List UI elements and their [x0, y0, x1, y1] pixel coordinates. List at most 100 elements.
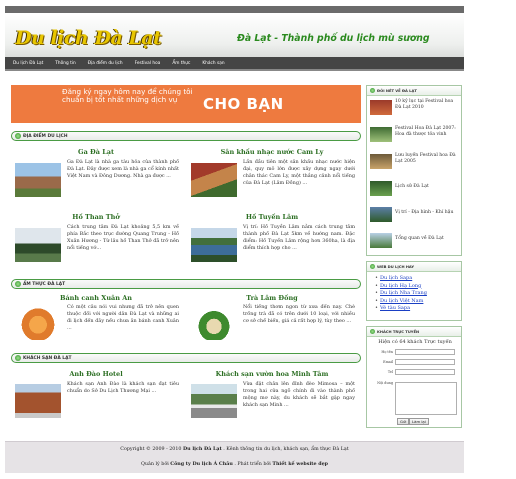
item-description: Cách trung tâm Đà Lạt khoảng 5,5 km về p…	[67, 224, 179, 251]
link-list: Du lịch Sapa Du lịch Hạ Long Du lịch Nha…	[375, 275, 427, 313]
item-description: Nổi tiếng thơm ngon từ xưa đến nay. Chè …	[243, 304, 355, 324]
email-input[interactable]	[395, 359, 455, 365]
item-description: Khách sạn Anh Đào là khách sạn đạt tiêu …	[67, 381, 179, 394]
online-counter: Hiện có 64 khách Trực tuyến	[378, 339, 452, 345]
item-title[interactable]: Ga Đà Lạt	[11, 148, 181, 156]
box-title: KHÁCH TRỰC TUYẾN	[377, 329, 420, 334]
footer-brand-link[interactable]: Du lịch Đà Lạt	[183, 446, 222, 452]
news-thumbnail[interactable]	[370, 181, 392, 196]
site-footer: Copyright © 2009 - 2010 Du lịch Đà Lạt .…	[5, 441, 464, 473]
news-link[interactable]: 10 kỷ lục tại Festival hoa Đà Lạt 2010	[395, 99, 461, 111]
news-link[interactable]: Lưu luyến Festival hoa Đà Lạt 2005	[395, 153, 461, 165]
email-label: Email	[383, 360, 393, 364]
leaf-icon	[370, 88, 375, 93]
news-item[interactable]: 10 kỷ lục tại Festival hoa Đà Lạt 2010	[370, 99, 460, 118]
form-row-tel: Tel	[373, 369, 461, 375]
news-thumbnail[interactable]	[370, 100, 392, 115]
link-du-lich-nha-trang[interactable]: Du lịch Nha Trang	[375, 290, 427, 298]
section-header-hotels: KHÁCH SẠN ĐÀ LẠT	[11, 353, 361, 363]
tel-label: Tel	[387, 370, 393, 374]
nav-item-places[interactable]: Địa điểm du lịch	[82, 61, 129, 66]
form-row-email: Email	[373, 359, 461, 365]
main-nav: Du lịch Đà Lạt Thông tin Địa điểm du lịc…	[5, 57, 464, 71]
send-button[interactable]: Gửi	[397, 418, 410, 425]
news-item[interactable]: Tổng quan về Đà Lạt	[370, 232, 460, 251]
reset-button[interactable]: Làm lại	[409, 418, 429, 425]
news-thumbnail[interactable]	[370, 127, 392, 142]
banner-text: Đăng ký ngay hôm nay để chúng tôi chuẩn …	[62, 87, 193, 105]
name-input[interactable]	[395, 349, 455, 355]
copyright-suffix: . Kênh thông tin du lịch, khách sạn, ẩm …	[221, 447, 349, 452]
developer-link[interactable]: Thiết kế website đẹp	[272, 461, 328, 467]
item-description: Lần đầu tiên một sân khấu nhạc nước hiện…	[243, 159, 355, 186]
link-du-lich-sapa[interactable]: Du lịch Sapa	[375, 275, 427, 283]
item-title[interactable]: Anh Đào Hotel	[11, 370, 181, 378]
item-thumbnail[interactable]	[191, 228, 237, 262]
nav-item-hotels[interactable]: Khách sạn	[196, 61, 230, 66]
form-row-name: Họ tên	[373, 349, 461, 355]
promo-banner[interactable]: Đăng ký ngay hôm nay để chúng tôi chuẩn …	[11, 85, 361, 123]
copyright-line: Copyright © 2009 - 2010 Du lịch Đà Lạt .…	[5, 446, 464, 452]
page: Du lịch Đà Lạt Đà Lạt - Thành phố du lịc…	[5, 6, 464, 473]
nav-item-info[interactable]: Thông tin	[49, 61, 81, 66]
news-item[interactable]: Lịch sử Đà Lạt	[370, 180, 460, 199]
item-description: Vừa đặt chân lên đỉnh đèo Mimosa – một t…	[243, 381, 355, 408]
copyright-prefix: Copyright © 2009 - 2010	[120, 447, 183, 452]
news-link[interactable]: Festival Hoa Đà Lạt 2007: Hoa đà thược t…	[395, 126, 461, 138]
content-label: Nội dung	[377, 381, 393, 385]
leaf-icon	[15, 355, 21, 361]
item-description: Ga Đà Lạt là nhà ga tàu hỏa của thành ph…	[67, 159, 179, 179]
link-ve-tau-sapa[interactable]: Vé tàu Sapa	[375, 305, 427, 313]
item-thumbnail[interactable]	[15, 306, 61, 340]
news-thumbnail[interactable]	[370, 233, 392, 248]
sidebar-box-links: WEB DU LỊCH HAY Du lịch Sapa Du lịch Hạ …	[366, 261, 462, 321]
item-title[interactable]: Bánh canh Xuân An	[11, 294, 181, 302]
main-content: Đăng ký ngay hôm nay để chúng tôi chuẩn …	[11, 85, 363, 418]
item-thumbnail[interactable]	[191, 306, 237, 340]
news-item[interactable]: Lưu luyến Festival hoa Đà Lạt 2005	[370, 153, 460, 172]
leaf-icon	[15, 281, 21, 287]
tel-input[interactable]	[395, 369, 455, 375]
news-link[interactable]: Tổng quan về Đà Lạt	[395, 236, 461, 242]
item-title[interactable]: Hồ Than Thở	[11, 213, 181, 221]
site-logo[interactable]: Du lịch Đà Lạt	[15, 27, 162, 49]
sidebar-box-online: KHÁCH TRỰC TUYẾN Hiện có 64 khách Trực t…	[366, 326, 462, 428]
credits-line: Quản lý bởi Công ty Du lịch Á Châu . Phá…	[5, 461, 464, 467]
company-link[interactable]: Công ty Du lịch Á Châu	[170, 461, 233, 467]
box-title: ĐÔI NÉT VỀ ĐÀ LẠT	[377, 88, 417, 93]
item-title[interactable]: Sân khấu nhạc nước Cam Ly	[187, 148, 357, 156]
item-thumbnail[interactable]	[15, 163, 61, 197]
box-header: WEB DU LỊCH HAY	[367, 262, 461, 272]
leaf-icon	[15, 133, 21, 139]
item-title[interactable]: Trà Lâm Đồng	[187, 294, 357, 302]
news-thumbnail[interactable]	[370, 154, 392, 169]
box-header: ĐÔI NÉT VỀ ĐÀ LẠT	[367, 86, 461, 96]
section-title: ĐỊA ĐIỂM DU LỊCH	[23, 133, 68, 139]
nav-item-home[interactable]: Du lịch Đà Lạt	[7, 61, 49, 66]
item-thumbnail[interactable]	[191, 384, 237, 418]
section-title: ẨM THỰC ĐÀ LẠT	[23, 281, 66, 287]
site-slogan: Đà Lạt - Thành phố du lịch mù sương	[237, 33, 430, 44]
item-description: Vị trí: Hồ Tuyền Lâm nằm cách trung tâm …	[243, 224, 355, 251]
news-thumbnail[interactable]	[370, 207, 392, 222]
name-label: Họ tên	[381, 350, 393, 354]
nav-item-food[interactable]: Ẩm thực	[166, 61, 196, 66]
item-thumbnail[interactable]	[15, 228, 61, 262]
news-link[interactable]: Lịch sử Đà Lạt	[395, 184, 461, 190]
item-title[interactable]: Hồ Tuyền Lâm	[187, 213, 357, 221]
box-title: WEB DU LỊCH HAY	[377, 264, 415, 269]
nav-item-festival[interactable]: Festival hoa	[129, 61, 167, 66]
box-header: KHÁCH TRỰC TUYẾN	[367, 327, 461, 337]
link-du-lich-ha-long[interactable]: Du lịch Hạ Long	[375, 283, 427, 291]
banner-headline: CHO BẠN	[203, 95, 284, 113]
item-thumbnail[interactable]	[15, 384, 61, 418]
item-title[interactable]: Khách sạn vườn hoa Minh Tâm	[187, 370, 357, 378]
section-title: KHÁCH SẠN ĐÀ LẠT	[23, 355, 72, 361]
news-item[interactable]: Vị trí - Địa hình - Khí hậu	[370, 206, 460, 225]
item-description: Có một câu nói vui nhưng đã trở nên quen…	[67, 304, 179, 331]
item-thumbnail[interactable]	[191, 163, 237, 197]
leaf-icon	[370, 329, 375, 334]
news-item[interactable]: Festival Hoa Đà Lạt 2007: Hoa đà thược t…	[370, 126, 460, 145]
news-link[interactable]: Vị trí - Địa hình - Khí hậu	[395, 210, 461, 216]
content-textarea[interactable]	[395, 382, 457, 415]
